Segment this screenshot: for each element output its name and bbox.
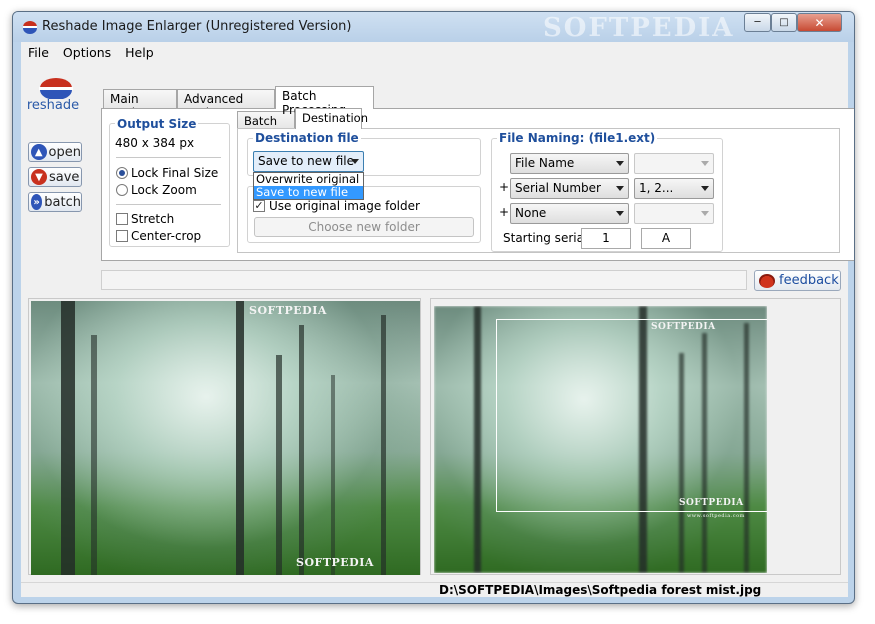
logo-text: reshade [26, 98, 80, 113]
open-label: open [48, 144, 81, 160]
title-watermark: SOFTPEDIA [543, 13, 735, 43]
serial-number-input[interactable]: 1 [581, 228, 631, 249]
minimize-button[interactable]: ─ [744, 13, 771, 32]
original-image: SOFTPEDIA SOFTPEDIA [31, 301, 420, 575]
naming-field-1-select[interactable]: File Name [510, 153, 629, 174]
feedback-button[interactable]: feedback [754, 270, 841, 291]
chevron-down-icon [616, 161, 624, 166]
destination-title: Destination file [253, 131, 361, 145]
divider [116, 204, 221, 205]
file-naming-title: File Naming: (file1.ext) [497, 131, 658, 145]
option-save-to-new-file[interactable]: Save to new file [254, 186, 363, 199]
progress-bar [101, 270, 747, 290]
status-bar: D:\SOFTPEDIA\Images\Softpedia forest mis… [21, 582, 848, 597]
naming-value-2-value: 1, 2... [639, 181, 674, 195]
save-icon: ▼ [31, 169, 47, 185]
output-size-value: 480 x 384 px [115, 136, 195, 150]
stretch-label: Stretch [131, 212, 175, 226]
open-button[interactable]: ▲ open [28, 142, 82, 162]
chevron-down-icon [616, 211, 624, 216]
softpedia-watermark: SOFTPEDIA [249, 304, 327, 317]
ladybug-icon [759, 273, 775, 288]
tab-main-options[interactable]: Main Options [103, 89, 177, 120]
destination-dropdown: Overwrite original Save to new file [253, 172, 364, 200]
preview-image: SOFTPEDIA SOFTPEDIA www.softpedia.com [434, 306, 767, 573]
choose-new-folder-button[interactable]: Choose new folder [254, 217, 474, 237]
forest-photo: SOFTPEDIA SOFTPEDIA [31, 301, 420, 575]
center-crop-checkbox[interactable] [116, 230, 128, 242]
tab-advanced-options[interactable]: Advanced Options [177, 89, 275, 120]
menu-help[interactable]: Help [118, 45, 161, 60]
chevron-down-icon [616, 186, 624, 191]
plus-sign: + [499, 205, 510, 219]
app-icon [23, 21, 37, 34]
batch-icon: » [31, 194, 43, 210]
save-button[interactable]: ▼ save [28, 167, 82, 187]
naming-value-2-select[interactable]: 1, 2... [634, 178, 714, 199]
naming-value-1-select[interactable] [634, 153, 714, 174]
naming-value-3-select[interactable] [634, 203, 714, 224]
plus-sign: + [499, 180, 510, 194]
serial-letter-input[interactable]: A [641, 228, 691, 249]
stretch-checkbox[interactable] [116, 213, 128, 225]
feedback-label: feedback [779, 273, 839, 288]
lock-zoom-label: Lock Zoom [131, 183, 197, 197]
tab-destination[interactable]: Destination [295, 108, 368, 129]
save-label: save [49, 169, 80, 185]
chevron-down-icon [701, 161, 709, 166]
app-window: Reshade Image Enlarger (Unregistered Ver… [12, 11, 855, 604]
close-button[interactable]: ✕ [797, 13, 842, 32]
lock-zoom-radio[interactable] [116, 184, 128, 196]
output-size-title: Output Size [115, 117, 199, 131]
use-original-folder-label: Use original image folder [269, 199, 420, 213]
lock-final-size-radio[interactable] [116, 167, 128, 179]
naming-field-3-value: None [515, 206, 547, 220]
reshade-logo-icon [39, 78, 73, 99]
chevron-down-icon [351, 159, 359, 164]
lock-final-size-label: Lock Final Size [131, 166, 219, 180]
crop-selection-rect[interactable] [496, 319, 767, 512]
maximize-button[interactable]: □ [771, 13, 797, 32]
tab-batch-processing[interactable]: Batch Processing [275, 86, 374, 117]
status-path: D:\SOFTPEDIA\Images\Softpedia forest mis… [439, 583, 762, 597]
destination-select[interactable]: Save to new file [253, 151, 364, 172]
softpedia-url: www.softpedia.com [687, 513, 745, 519]
naming-field-2-select[interactable]: Serial Number [510, 178, 629, 199]
divider [116, 157, 221, 158]
chevron-down-icon [701, 186, 709, 191]
naming-field-1-value: File Name [515, 156, 575, 170]
softpedia-watermark: SOFTPEDIA [296, 556, 374, 569]
naming-field-2-value: Serial Number [515, 181, 601, 195]
batch-button[interactable]: » batch [28, 192, 82, 212]
open-icon: ▲ [31, 144, 47, 160]
menu-file[interactable]: File [21, 45, 56, 60]
menu-options[interactable]: Options [56, 45, 118, 60]
window-title: Reshade Image Enlarger (Unregistered Ver… [42, 19, 352, 34]
chevron-down-icon [701, 211, 709, 216]
client-area: reshade ▲ open ▼ save » batch Main Optio… [21, 62, 854, 597]
batch-label: batch [44, 194, 81, 210]
title-bar: Reshade Image Enlarger (Unregistered Ver… [13, 12, 854, 43]
destination-selected: Save to new file [258, 154, 355, 168]
use-original-folder-checkbox[interactable]: ✓ [253, 200, 265, 212]
naming-field-3-select[interactable]: None [510, 203, 629, 224]
menu-bar: File Options Help [21, 42, 848, 62]
center-crop-label: Center-crop [131, 229, 202, 243]
